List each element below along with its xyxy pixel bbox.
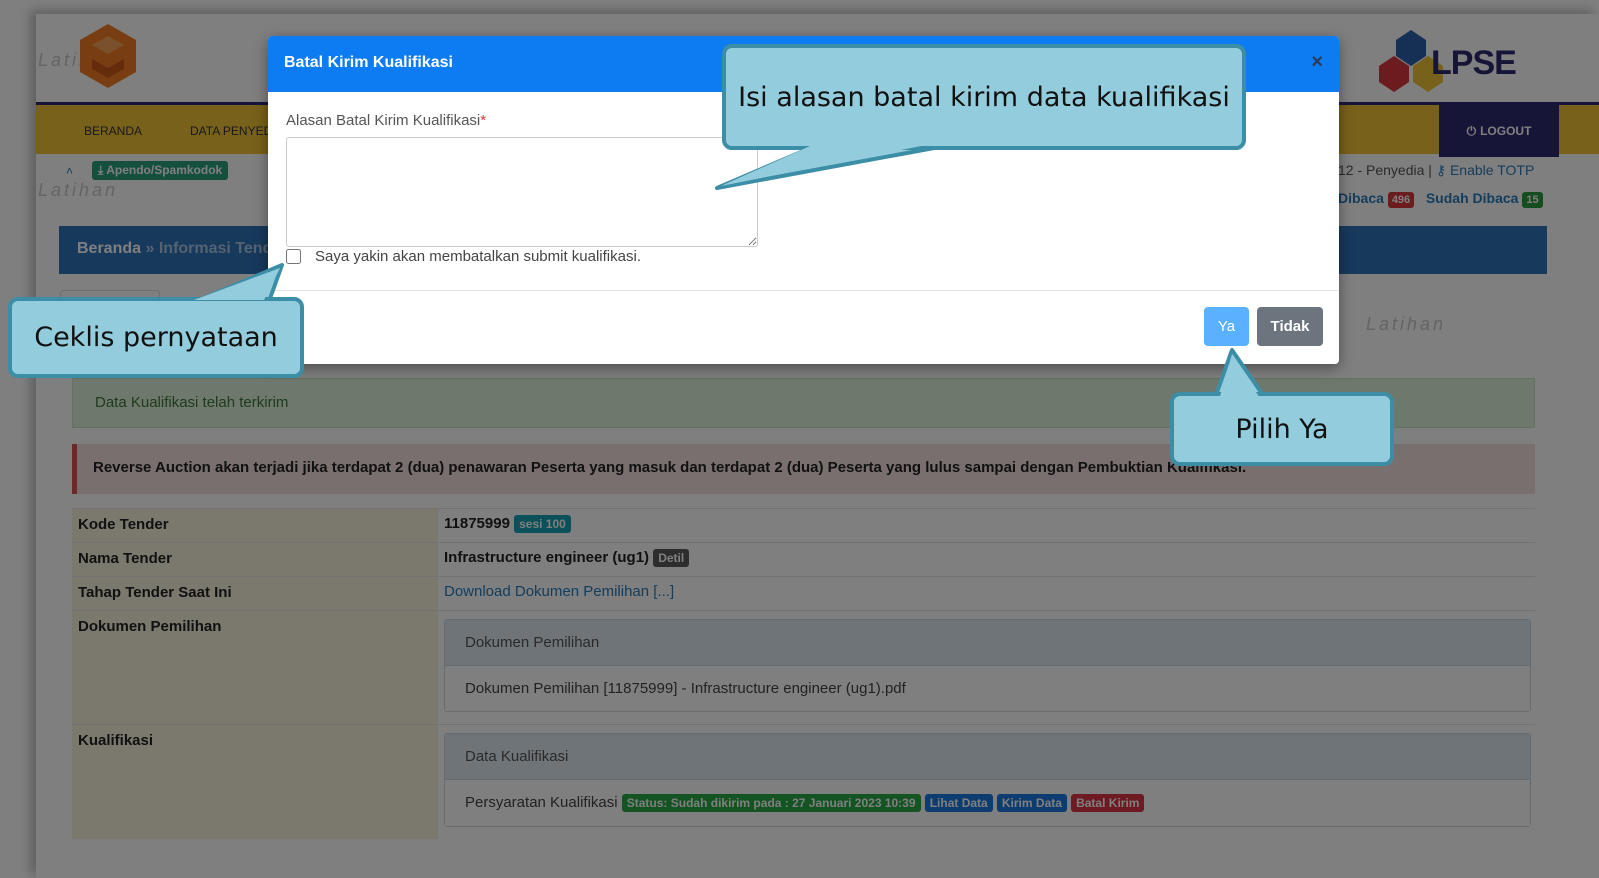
modal-footer: Ya Tidak [268, 291, 1339, 364]
confirm-checkbox[interactable] [286, 249, 301, 264]
reason-callout: Isi alasan batal kirim data kualifikasi [722, 44, 1246, 150]
modal-title: Batal Kirim Kualifikasi [284, 54, 453, 71]
yes-callout: Pilih Ya [1170, 392, 1394, 466]
confirm-text: Saya yakin akan membatalkan submit kuali… [315, 248, 641, 265]
required-mark: * [480, 112, 487, 129]
close-icon[interactable]: × [1311, 52, 1323, 72]
reason-textarea[interactable] [286, 137, 758, 247]
no-button[interactable]: Tidak [1257, 307, 1323, 346]
checkbox-callout: Ceklis pernyataan [8, 297, 304, 378]
yes-button[interactable]: Ya [1204, 307, 1249, 346]
confirm-row[interactable]: Saya yakin akan membatalkan submit kuali… [286, 248, 641, 265]
reason-label-text: Alasan Batal Kirim Kualifikasi [286, 112, 481, 129]
